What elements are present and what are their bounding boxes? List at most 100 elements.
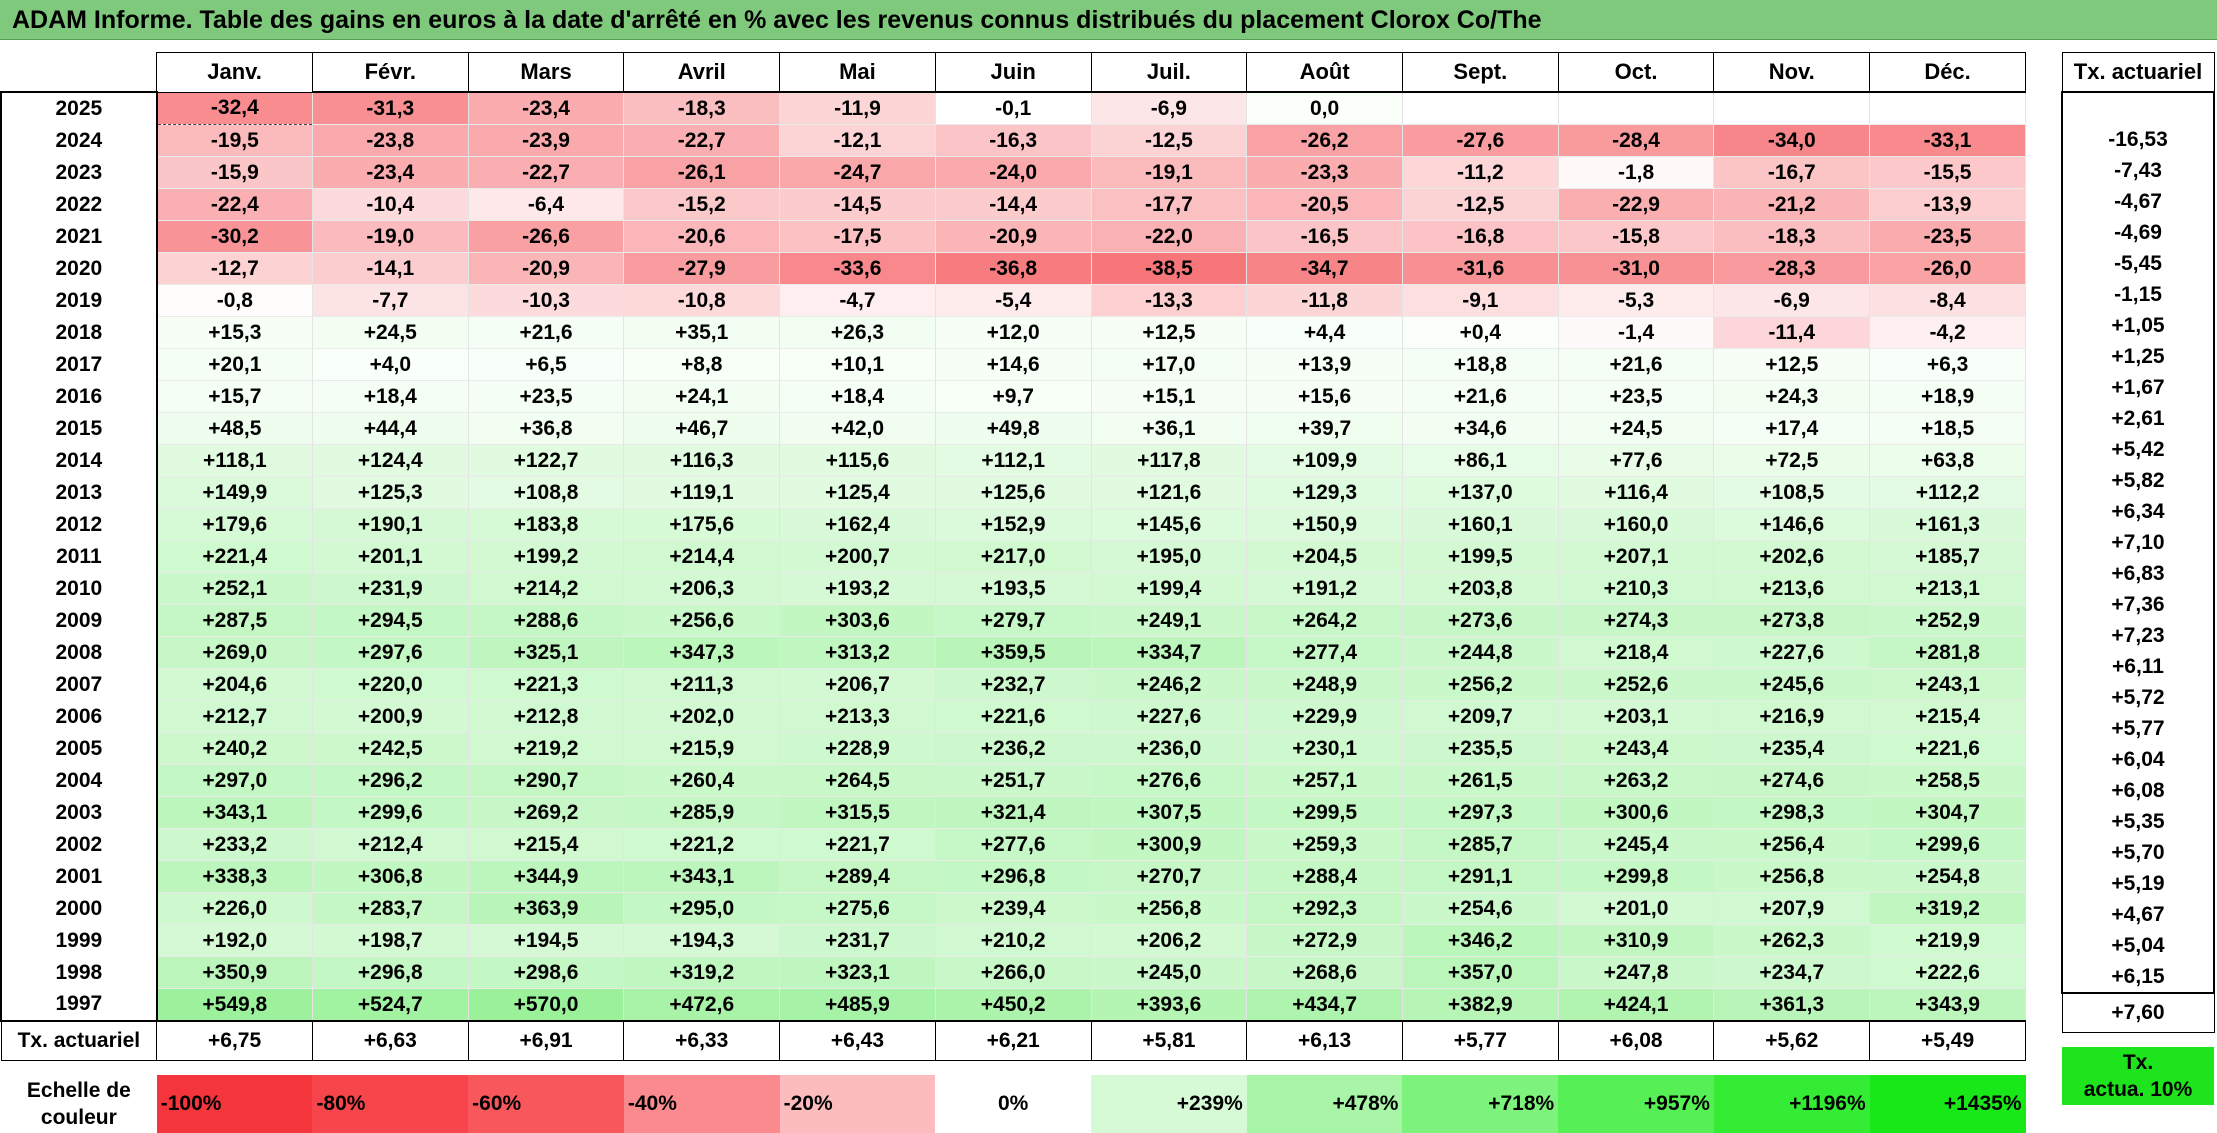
value-cell: +306,8 xyxy=(311,860,469,893)
value-cell: -34,0 xyxy=(1713,124,1871,157)
value-cell: +124,4 xyxy=(311,444,469,477)
year-label: 2007 xyxy=(0,668,158,701)
value-cell: +117,8 xyxy=(1090,444,1248,477)
value-cell: +310,9 xyxy=(1557,924,1715,957)
value-cell: +285,7 xyxy=(1401,828,1559,861)
year-label: 2011 xyxy=(0,540,158,573)
value-cell: +221,3 xyxy=(467,668,625,701)
value-cell: +296,8 xyxy=(311,956,469,989)
table-row: 2025 -32,4 -31,3 -23,4 -18,3 -11,9 -0,1 -6,9 0,0 xyxy=(0,91,2026,125)
value-cell: -20,5 xyxy=(1246,188,1403,221)
value-cell: +256,6 xyxy=(623,604,781,637)
value-cell: +9,7 xyxy=(934,380,1092,413)
value-cell: -28,3 xyxy=(1713,252,1871,285)
table-row: 2011 +221,4 +201,1 +199,2 +214,4 +200,7 +217,0… xyxy=(0,540,2026,573)
year-label: 2025 xyxy=(0,91,158,125)
value-cell: +281,8 xyxy=(1869,636,2026,669)
value-cell: +21,6 xyxy=(1401,380,1559,413)
value-cell: +303,6 xyxy=(779,604,936,637)
value-cell: -19,1 xyxy=(1090,156,1248,189)
total-cell: +5,77 xyxy=(1401,1020,1559,1061)
color-scale-swatch: +239% xyxy=(1091,1075,1247,1133)
value-cell: -27,9 xyxy=(623,252,781,285)
value-cell: +10,1 xyxy=(779,348,936,381)
table-row: 2013 +149,9 +125,3 +108,8 +119,1 +125,4 +125,6… xyxy=(0,476,2026,509)
value-cell: +234,7 xyxy=(1713,956,1871,989)
value-cell: +363,9 xyxy=(467,892,625,925)
rate-row: +5,77 xyxy=(2061,713,2215,744)
value-cell: -15,8 xyxy=(1557,220,1715,253)
value-cell: +121,6 xyxy=(1090,476,1248,509)
value-cell: +252,6 xyxy=(1557,668,1715,701)
rate-row: +1,67 xyxy=(2061,372,2215,403)
value-cell: +279,7 xyxy=(934,604,1092,637)
table-row: 2009 +287,5 +294,5 +288,6 +256,6 +303,6 +279,7… xyxy=(0,604,2026,637)
rate-row: -7,43 xyxy=(2061,155,2215,186)
totals-row: Tx. actuariel +6,75 +6,63 +6,91 +6,33 +6,43 +6… xyxy=(0,1020,2026,1061)
value-cell: +115,6 xyxy=(779,444,936,477)
year-label: 2023 xyxy=(0,156,158,189)
rate-row: -1,15 xyxy=(2061,279,2215,310)
value-cell: +217,0 xyxy=(934,540,1092,573)
value-cell: +194,5 xyxy=(467,924,625,957)
value-cell: +213,3 xyxy=(779,700,936,733)
value-cell: +221,7 xyxy=(779,828,936,861)
value-cell: +212,7 xyxy=(156,700,313,733)
value-cell: +247,8 xyxy=(1557,956,1715,989)
value-cell: +212,8 xyxy=(467,700,625,733)
page-title: ADAM Informe. Table des gains en euros à… xyxy=(0,0,2217,40)
total-cell: +5,81 xyxy=(1090,1020,1248,1061)
value-cell: +36,1 xyxy=(1090,412,1248,445)
rate-cell: -5,45 xyxy=(2061,248,2215,279)
value-cell: +299,8 xyxy=(1557,860,1715,893)
year-label: 2018 xyxy=(0,316,158,349)
month-header: Mai xyxy=(779,52,936,93)
rate-row: +1,05 xyxy=(2061,310,2215,341)
value-cell: +248,9 xyxy=(1246,668,1403,701)
year-label: 1997 xyxy=(0,988,158,1022)
value-cell: +8,8 xyxy=(623,348,781,381)
value-cell: +24,5 xyxy=(1557,412,1715,445)
value-cell: -4,2 xyxy=(1869,316,2026,349)
value-cell: -19,0 xyxy=(311,220,469,253)
value-cell: +268,6 xyxy=(1246,956,1403,989)
month-header: Nov. xyxy=(1713,52,1871,93)
rate-cell: +5,19 xyxy=(2061,868,2215,899)
value-cell: +219,9 xyxy=(1869,924,2026,957)
value-cell: +119,1 xyxy=(623,476,781,509)
value-cell: +191,2 xyxy=(1246,572,1403,605)
value-cell: -18,3 xyxy=(623,91,781,125)
value-cell: +215,4 xyxy=(1869,700,2026,733)
header-row: Janv. Févr. Mars Avril Mai Juin Juil. Août Sept.… xyxy=(1,52,2026,93)
value-cell: +12,0 xyxy=(934,316,1092,349)
value-cell: +200,7 xyxy=(779,540,936,573)
value-cell: +273,8 xyxy=(1713,604,1871,637)
value-cell: +292,3 xyxy=(1246,892,1403,925)
year-label: 2024 xyxy=(0,124,158,157)
year-label: 2014 xyxy=(0,444,158,477)
spacer-cell xyxy=(1,1061,2026,1076)
rate-scale-swatch: Tx. actua. 10% xyxy=(2062,1047,2214,1105)
value-cell: -33,6 xyxy=(779,252,936,285)
value-cell: +18,8 xyxy=(1401,348,1559,381)
value-cell: +260,4 xyxy=(623,764,781,797)
value-cell: +152,9 xyxy=(934,508,1092,541)
rate-row: +5,19 xyxy=(2061,868,2215,899)
value-cell: +254,6 xyxy=(1401,892,1559,925)
value-cell: +204,6 xyxy=(156,668,313,701)
value-cell: +243,1 xyxy=(1869,668,2026,701)
value-cell: +48,5 xyxy=(156,412,313,445)
value-cell: -20,9 xyxy=(467,252,625,285)
value-cell: -24,0 xyxy=(934,156,1092,189)
value-cell: +13,9 xyxy=(1246,348,1403,381)
value-cell: +15,6 xyxy=(1246,380,1403,413)
value-cell: -31,3 xyxy=(311,91,469,125)
value-cell: +277,6 xyxy=(934,828,1092,861)
value-cell: +17,0 xyxy=(1090,348,1248,381)
value-cell: +125,3 xyxy=(311,476,469,509)
value-cell: -0,8 xyxy=(156,284,313,317)
overall-rate: +7,60 xyxy=(2061,992,2215,1033)
value-cell: +179,6 xyxy=(156,508,313,541)
value-cell: +24,5 xyxy=(311,316,469,349)
value-cell: +295,0 xyxy=(623,892,781,925)
